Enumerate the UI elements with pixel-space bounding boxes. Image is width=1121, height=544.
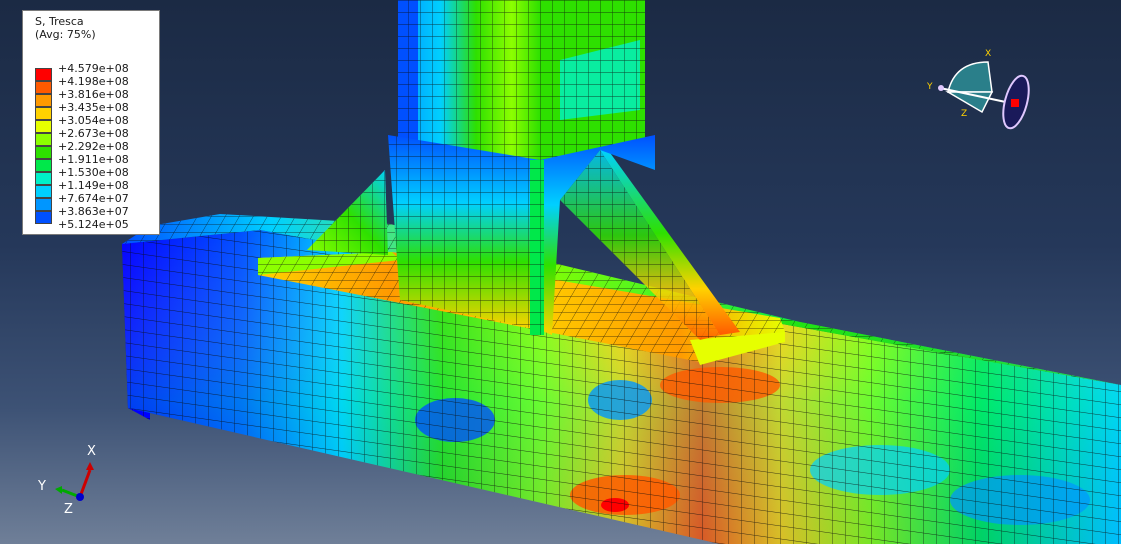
legend-value: +3.435e+08 — [58, 101, 129, 114]
legend-swatch — [35, 107, 52, 120]
model-viewport[interactable]: X Y Z X Y Z — [0, 0, 1121, 544]
legend-value: +5.124e+05 — [58, 218, 129, 231]
legend-value: +4.198e+08 — [58, 75, 129, 88]
legend-value: +1.149e+08 — [58, 179, 129, 192]
legend-swatch — [35, 94, 52, 107]
legend-value: +3.054e+08 — [58, 114, 129, 127]
triad-y-label: Y — [37, 479, 46, 494]
triad-z-label: Z — [64, 502, 73, 517]
view-orientation-widget[interactable]: X Y Z — [926, 49, 1034, 131]
legend-swatch — [35, 133, 52, 146]
viewcube-z-label: Z — [961, 109, 967, 119]
legend-value: +1.530e+08 — [58, 166, 129, 179]
legend-value: +3.863e+07 — [58, 205, 129, 218]
viewcube-y-label: Y — [926, 82, 933, 92]
gusset-left — [307, 170, 388, 255]
legend-value: +3.816e+08 — [58, 88, 129, 101]
legend-title: S, Tresca — [35, 15, 84, 28]
legend-swatch — [35, 146, 52, 159]
legend-value: +2.673e+08 — [58, 127, 129, 140]
legend-value: +1.911e+08 — [58, 153, 129, 166]
legend-swatch — [35, 198, 52, 211]
legend-swatch — [35, 68, 52, 81]
viewcube-x-label: X — [985, 49, 991, 59]
legend-swatch — [35, 120, 52, 133]
legend-swatch — [35, 159, 52, 172]
legend-subtitle: (Avg: 75%) — [35, 28, 96, 41]
legend-swatch — [35, 185, 52, 198]
triad-x-label: X — [87, 444, 96, 459]
legend-swatch — [35, 81, 52, 94]
legend-swatch — [35, 211, 52, 224]
legend-value: +2.292e+08 — [58, 140, 129, 153]
contour-legend: S, Tresca (Avg: 75%) +4.579e+08 +4.198e+0… — [22, 10, 160, 235]
legend-swatch — [35, 172, 52, 185]
legend-value: +7.674e+07 — [58, 192, 129, 205]
legend-value: +4.579e+08 — [58, 62, 129, 75]
column-upper — [398, 0, 645, 160]
coordinate-triad: X Y Z — [37, 444, 96, 517]
